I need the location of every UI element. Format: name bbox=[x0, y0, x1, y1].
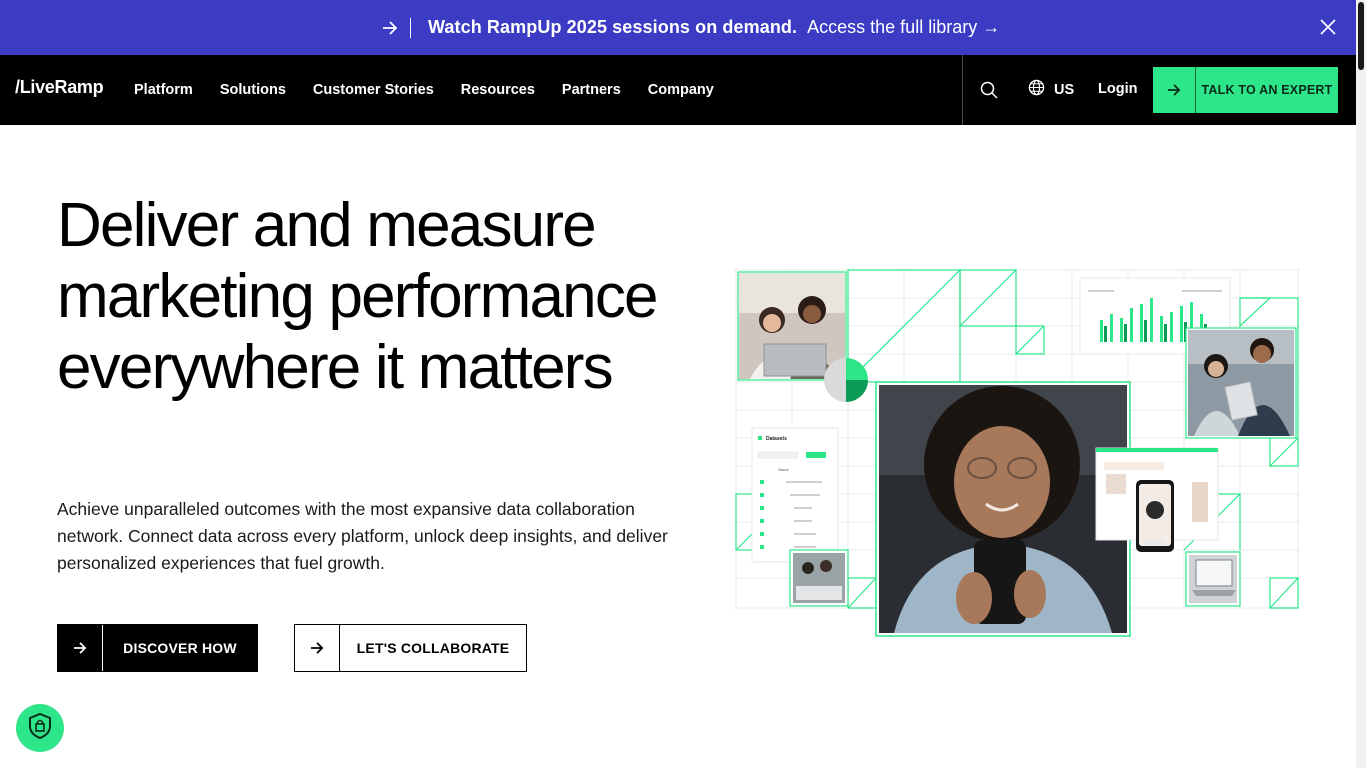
datasets-panel-row: Name bbox=[778, 467, 789, 472]
arrow-right-icon bbox=[380, 18, 400, 38]
photo-colleagues bbox=[737, 271, 847, 381]
discover-how-label: DISCOVER HOW bbox=[123, 640, 237, 656]
nav-item-platform[interactable]: Platform bbox=[134, 82, 193, 98]
lets-collaborate-button[interactable]: LET'S COLLABORATE bbox=[294, 624, 527, 672]
nav-divider bbox=[962, 55, 963, 125]
photo-meeting bbox=[789, 549, 849, 607]
discover-how-button[interactable]: DISCOVER HOW bbox=[57, 624, 258, 672]
banner-content[interactable]: Watch RampUp 2025 sessions on demand. Ac… bbox=[380, 0, 1000, 55]
scrollbar-thumb[interactable] bbox=[1358, 2, 1364, 70]
nav-item-customer-stories[interactable]: Customer Stories bbox=[313, 82, 434, 98]
search-icon[interactable] bbox=[980, 81, 998, 99]
datasets-panel: Datasets Name bbox=[751, 427, 839, 563]
photo-woman-phone bbox=[875, 381, 1131, 637]
announcement-banner: Watch RampUp 2025 sessions on demand. Ac… bbox=[0, 0, 1356, 55]
arrow-right-icon bbox=[58, 625, 103, 671]
banner-library-link[interactable]: Access the full library → bbox=[807, 17, 1000, 38]
photo-laptop bbox=[1185, 551, 1241, 607]
nav-item-solutions[interactable]: Solutions bbox=[220, 82, 286, 98]
arrow-right-icon bbox=[1153, 67, 1196, 113]
talk-to-expert-button[interactable]: TALK TO AN EXPERT bbox=[1153, 67, 1338, 113]
banner-divider bbox=[410, 17, 411, 38]
close-icon[interactable] bbox=[1318, 17, 1338, 37]
nav-item-company[interactable]: Company bbox=[648, 82, 714, 98]
nav-menu: Platform Solutions Customer Stories Reso… bbox=[134, 55, 741, 125]
main-navigation: /LiveRamp Platform Solutions Customer St… bbox=[0, 55, 1356, 125]
login-link[interactable]: Login bbox=[1098, 81, 1137, 97]
page-scrollbar[interactable] bbox=[1356, 0, 1366, 768]
product-card bbox=[1095, 447, 1219, 552]
privacy-settings-button[interactable] bbox=[16, 704, 64, 752]
shield-lock-icon bbox=[27, 712, 53, 745]
nav-item-partners[interactable]: Partners bbox=[562, 82, 621, 98]
hero-description: Achieve unparalleled outcomes with the m… bbox=[57, 499, 668, 573]
liveramp-logo[interactable]: /LiveRamp bbox=[15, 77, 104, 98]
datasets-panel-title: Datasets bbox=[766, 436, 787, 442]
nav-item-resources[interactable]: Resources bbox=[461, 82, 535, 98]
cta-label: TALK TO AN EXPERT bbox=[1201, 83, 1333, 97]
globe-icon bbox=[1028, 79, 1045, 101]
arrow-right-icon bbox=[295, 625, 340, 671]
lets-collaborate-label: LET'S COLLABORATE bbox=[356, 640, 510, 656]
hero-illustration: Datasets Name bbox=[734, 268, 1300, 637]
photo-team-tablet bbox=[1185, 327, 1297, 439]
banner-headline: Watch RampUp 2025 sessions on demand. bbox=[428, 17, 798, 37]
region-selector[interactable]: US bbox=[1028, 55, 1074, 125]
region-label: US bbox=[1054, 82, 1075, 98]
hero-title: Deliver and measure marketing performanc… bbox=[57, 191, 659, 402]
